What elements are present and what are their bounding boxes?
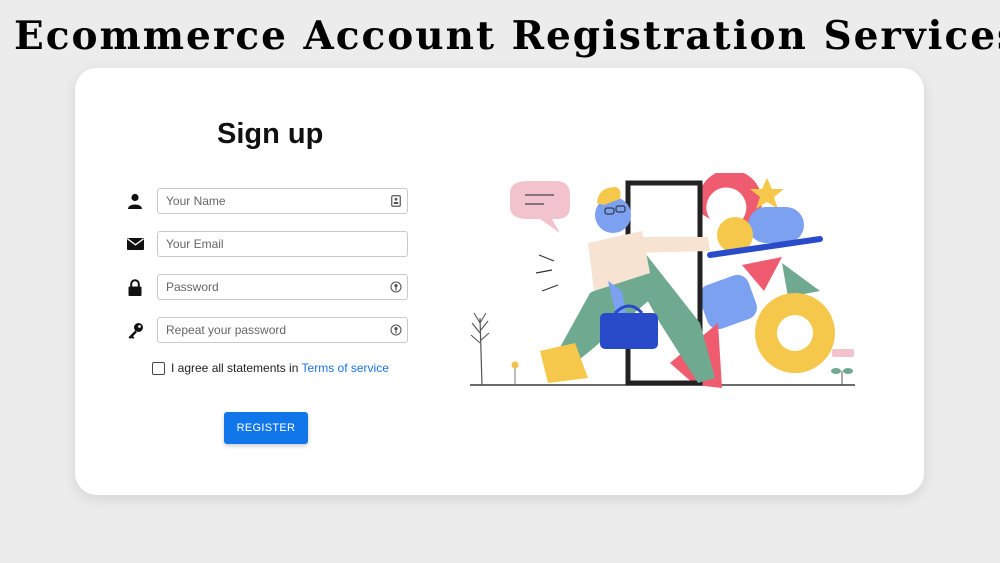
key-autofill-icon[interactable] — [389, 323, 403, 337]
repeat-password-input[interactable] — [158, 318, 378, 342]
signup-title: Sign up — [217, 118, 324, 150]
terms-checkbox[interactable] — [152, 362, 165, 375]
terms-agreement-text: I agree all statements in — [171, 361, 302, 375]
person-walking-through-door-illustration — [470, 173, 855, 388]
key-icon — [125, 320, 145, 340]
lock-icon — [125, 277, 145, 297]
name-field — [157, 188, 408, 214]
terms-of-service-link[interactable]: Terms of service — [302, 361, 389, 375]
signup-card: Sign up Your Name Your Email I agree all… — [75, 68, 924, 495]
user-icon — [125, 191, 145, 211]
page-banner-title: Ecommerce Account Registration Services — [14, 13, 1000, 59]
envelope-icon — [125, 234, 145, 254]
email-field — [157, 231, 408, 257]
contact-card-icon[interactable] — [389, 194, 403, 208]
password-input[interactable] — [158, 275, 378, 299]
key-autofill-icon[interactable] — [389, 280, 403, 294]
email-input[interactable] — [158, 232, 378, 256]
name-input[interactable] — [158, 189, 378, 213]
register-button[interactable]: REGISTER — [224, 412, 308, 444]
repeat-password-field — [157, 317, 408, 343]
password-field — [157, 274, 408, 300]
